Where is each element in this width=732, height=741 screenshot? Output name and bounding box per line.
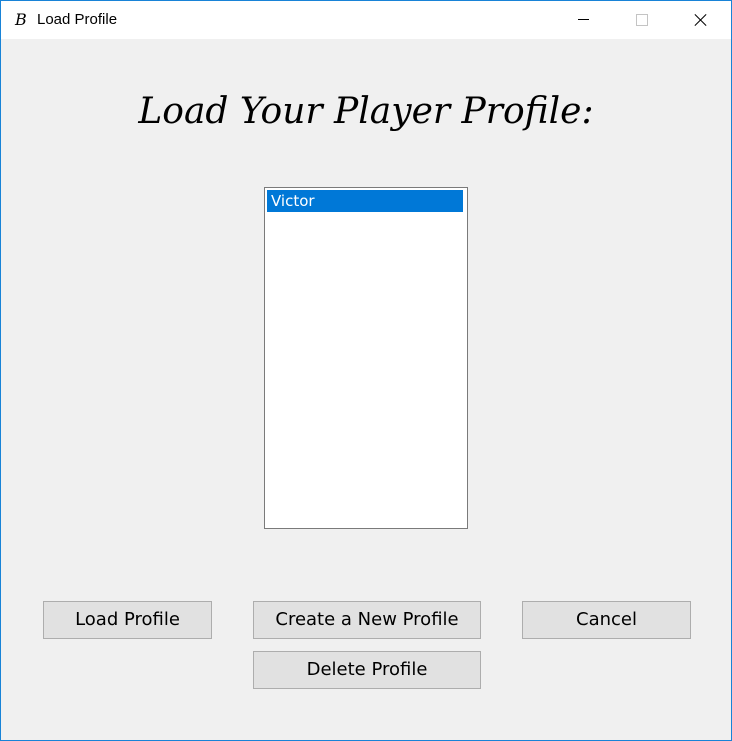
app-icon: B xyxy=(15,10,27,29)
minimize-button[interactable] xyxy=(561,1,607,39)
create-profile-button[interactable]: Create a New Profile xyxy=(253,601,481,639)
profile-listbox[interactable]: Victor xyxy=(264,187,468,529)
minimize-icon xyxy=(578,19,589,20)
load-profile-button[interactable]: Load Profile xyxy=(43,601,212,639)
delete-profile-button[interactable]: Delete Profile xyxy=(253,651,481,689)
window-title: Load Profile xyxy=(37,11,118,28)
close-icon xyxy=(695,14,707,26)
profile-list-item[interactable]: Victor xyxy=(267,190,463,212)
cancel-button[interactable]: Cancel xyxy=(522,601,691,639)
page-heading: Load Your Player Profile: xyxy=(138,91,594,132)
close-button[interactable] xyxy=(677,1,723,39)
maximize-button[interactable] xyxy=(619,1,665,39)
load-profile-window: B Load Profile Load Your Player Profile:… xyxy=(0,0,732,741)
title-bar[interactable]: B Load Profile xyxy=(1,1,731,39)
maximize-icon xyxy=(636,14,648,26)
